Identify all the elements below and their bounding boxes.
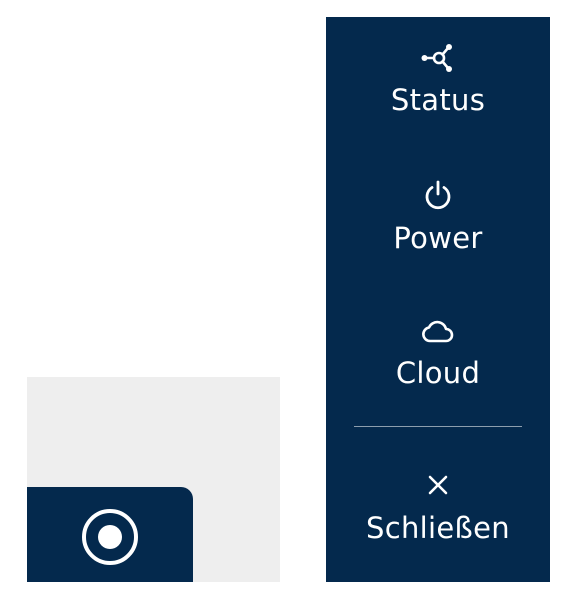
radio-target-icon [82,509,138,565]
menu-item-cloud[interactable]: Cloud [326,316,550,390]
power-icon [425,180,451,210]
close-menu-button[interactable]: Schließen [326,473,550,545]
content-area [27,377,280,582]
side-menu-panel: Status Power Cloud Schließen [326,17,550,582]
menu-item-cloud-label: Cloud [395,356,481,390]
cloud-icon [422,320,454,343]
close-menu-label: Schließen [366,511,510,545]
network-hub-icon [421,44,452,72]
menu-item-power-label: Power [393,221,483,255]
menu-item-status-label: Status [390,83,486,117]
menu-divider [354,426,522,427]
menu-item-status[interactable]: Status [326,41,550,117]
close-icon [428,475,448,495]
menu-toggle-tab[interactable] [27,487,193,582]
menu-item-power[interactable]: Power [326,179,550,255]
